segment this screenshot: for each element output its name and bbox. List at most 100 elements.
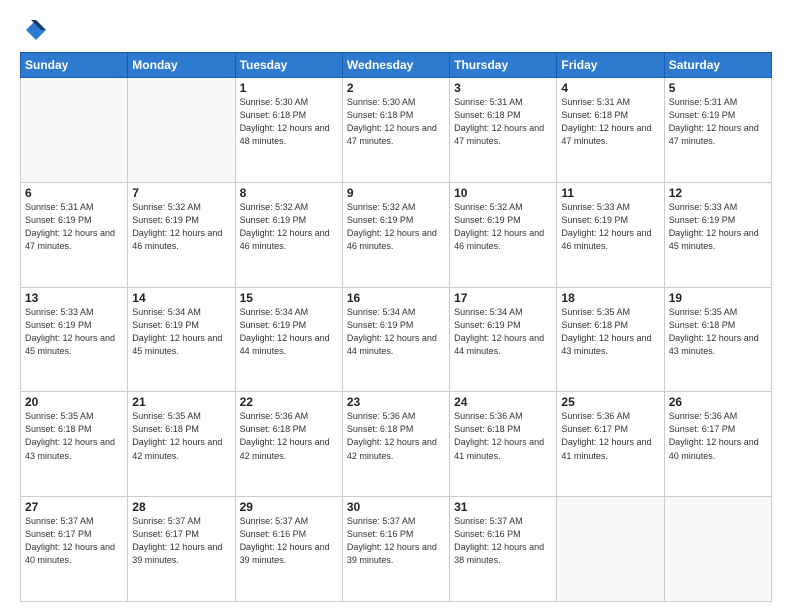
day-number: 29 <box>240 500 338 514</box>
day-number: 1 <box>240 81 338 95</box>
calendar-cell: 11Sunrise: 5:33 AMSunset: 6:19 PMDayligh… <box>557 182 664 287</box>
day-number: 10 <box>454 186 552 200</box>
calendar-cell: 4Sunrise: 5:31 AMSunset: 6:18 PMDaylight… <box>557 78 664 183</box>
header <box>20 16 772 44</box>
day-info: Sunrise: 5:33 AMSunset: 6:19 PMDaylight:… <box>561 201 659 253</box>
day-number: 3 <box>454 81 552 95</box>
calendar-cell: 31Sunrise: 5:37 AMSunset: 6:16 PMDayligh… <box>450 497 557 602</box>
day-number: 13 <box>25 291 123 305</box>
day-info: Sunrise: 5:30 AMSunset: 6:18 PMDaylight:… <box>347 96 445 148</box>
day-number: 21 <box>132 395 230 409</box>
day-info: Sunrise: 5:35 AMSunset: 6:18 PMDaylight:… <box>132 410 230 462</box>
day-number: 24 <box>454 395 552 409</box>
calendar-cell: 7Sunrise: 5:32 AMSunset: 6:19 PMDaylight… <box>128 182 235 287</box>
day-number: 14 <box>132 291 230 305</box>
calendar-cell: 3Sunrise: 5:31 AMSunset: 6:18 PMDaylight… <box>450 78 557 183</box>
day-number: 19 <box>669 291 767 305</box>
day-info: Sunrise: 5:32 AMSunset: 6:19 PMDaylight:… <box>347 201 445 253</box>
day-number: 16 <box>347 291 445 305</box>
calendar-week-4: 20Sunrise: 5:35 AMSunset: 6:18 PMDayligh… <box>21 392 772 497</box>
calendar-cell: 6Sunrise: 5:31 AMSunset: 6:19 PMDaylight… <box>21 182 128 287</box>
calendar-header-thursday: Thursday <box>450 53 557 78</box>
day-info: Sunrise: 5:37 AMSunset: 6:17 PMDaylight:… <box>25 515 123 567</box>
day-info: Sunrise: 5:31 AMSunset: 6:19 PMDaylight:… <box>25 201 123 253</box>
day-info: Sunrise: 5:37 AMSunset: 6:16 PMDaylight:… <box>454 515 552 567</box>
day-number: 31 <box>454 500 552 514</box>
day-number: 18 <box>561 291 659 305</box>
day-info: Sunrise: 5:36 AMSunset: 6:18 PMDaylight:… <box>454 410 552 462</box>
calendar-cell: 29Sunrise: 5:37 AMSunset: 6:16 PMDayligh… <box>235 497 342 602</box>
calendar-header-row: SundayMondayTuesdayWednesdayThursdayFrid… <box>21 53 772 78</box>
day-number: 22 <box>240 395 338 409</box>
calendar-cell: 14Sunrise: 5:34 AMSunset: 6:19 PMDayligh… <box>128 287 235 392</box>
day-info: Sunrise: 5:37 AMSunset: 6:16 PMDaylight:… <box>240 515 338 567</box>
calendar-header-friday: Friday <box>557 53 664 78</box>
calendar-cell: 24Sunrise: 5:36 AMSunset: 6:18 PMDayligh… <box>450 392 557 497</box>
calendar-cell: 20Sunrise: 5:35 AMSunset: 6:18 PMDayligh… <box>21 392 128 497</box>
calendar-cell: 26Sunrise: 5:36 AMSunset: 6:17 PMDayligh… <box>664 392 771 497</box>
calendar-week-3: 13Sunrise: 5:33 AMSunset: 6:19 PMDayligh… <box>21 287 772 392</box>
day-info: Sunrise: 5:36 AMSunset: 6:18 PMDaylight:… <box>240 410 338 462</box>
day-number: 23 <box>347 395 445 409</box>
day-number: 5 <box>669 81 767 95</box>
day-info: Sunrise: 5:36 AMSunset: 6:17 PMDaylight:… <box>669 410 767 462</box>
day-number: 27 <box>25 500 123 514</box>
day-info: Sunrise: 5:31 AMSunset: 6:19 PMDaylight:… <box>669 96 767 148</box>
day-info: Sunrise: 5:34 AMSunset: 6:19 PMDaylight:… <box>454 306 552 358</box>
calendar-cell: 18Sunrise: 5:35 AMSunset: 6:18 PMDayligh… <box>557 287 664 392</box>
day-number: 6 <box>25 186 123 200</box>
day-info: Sunrise: 5:35 AMSunset: 6:18 PMDaylight:… <box>25 410 123 462</box>
day-info: Sunrise: 5:33 AMSunset: 6:19 PMDaylight:… <box>669 201 767 253</box>
day-number: 26 <box>669 395 767 409</box>
day-info: Sunrise: 5:36 AMSunset: 6:17 PMDaylight:… <box>561 410 659 462</box>
day-info: Sunrise: 5:33 AMSunset: 6:19 PMDaylight:… <box>25 306 123 358</box>
day-info: Sunrise: 5:34 AMSunset: 6:19 PMDaylight:… <box>132 306 230 358</box>
day-number: 12 <box>669 186 767 200</box>
day-number: 9 <box>347 186 445 200</box>
day-number: 11 <box>561 186 659 200</box>
day-info: Sunrise: 5:36 AMSunset: 6:18 PMDaylight:… <box>347 410 445 462</box>
calendar-cell: 13Sunrise: 5:33 AMSunset: 6:19 PMDayligh… <box>21 287 128 392</box>
calendar-cell: 22Sunrise: 5:36 AMSunset: 6:18 PMDayligh… <box>235 392 342 497</box>
calendar-cell: 8Sunrise: 5:32 AMSunset: 6:19 PMDaylight… <box>235 182 342 287</box>
calendar-cell: 19Sunrise: 5:35 AMSunset: 6:18 PMDayligh… <box>664 287 771 392</box>
calendar-week-2: 6Sunrise: 5:31 AMSunset: 6:19 PMDaylight… <box>21 182 772 287</box>
calendar-header-saturday: Saturday <box>664 53 771 78</box>
day-info: Sunrise: 5:31 AMSunset: 6:18 PMDaylight:… <box>454 96 552 148</box>
day-number: 25 <box>561 395 659 409</box>
calendar-cell: 1Sunrise: 5:30 AMSunset: 6:18 PMDaylight… <box>235 78 342 183</box>
day-info: Sunrise: 5:32 AMSunset: 6:19 PMDaylight:… <box>454 201 552 253</box>
calendar-cell: 10Sunrise: 5:32 AMSunset: 6:19 PMDayligh… <box>450 182 557 287</box>
calendar-week-5: 27Sunrise: 5:37 AMSunset: 6:17 PMDayligh… <box>21 497 772 602</box>
day-number: 7 <box>132 186 230 200</box>
calendar-cell: 15Sunrise: 5:34 AMSunset: 6:19 PMDayligh… <box>235 287 342 392</box>
calendar-cell: 2Sunrise: 5:30 AMSunset: 6:18 PMDaylight… <box>342 78 449 183</box>
day-number: 17 <box>454 291 552 305</box>
calendar-cell: 5Sunrise: 5:31 AMSunset: 6:19 PMDaylight… <box>664 78 771 183</box>
calendar-cell: 30Sunrise: 5:37 AMSunset: 6:16 PMDayligh… <box>342 497 449 602</box>
calendar: SundayMondayTuesdayWednesdayThursdayFrid… <box>20 52 772 602</box>
day-info: Sunrise: 5:34 AMSunset: 6:19 PMDaylight:… <box>240 306 338 358</box>
calendar-header-monday: Monday <box>128 53 235 78</box>
calendar-cell: 23Sunrise: 5:36 AMSunset: 6:18 PMDayligh… <box>342 392 449 497</box>
day-number: 8 <box>240 186 338 200</box>
calendar-cell: 21Sunrise: 5:35 AMSunset: 6:18 PMDayligh… <box>128 392 235 497</box>
calendar-cell: 28Sunrise: 5:37 AMSunset: 6:17 PMDayligh… <box>128 497 235 602</box>
day-number: 30 <box>347 500 445 514</box>
day-info: Sunrise: 5:37 AMSunset: 6:17 PMDaylight:… <box>132 515 230 567</box>
calendar-cell: 12Sunrise: 5:33 AMSunset: 6:19 PMDayligh… <box>664 182 771 287</box>
calendar-cell <box>21 78 128 183</box>
calendar-cell: 17Sunrise: 5:34 AMSunset: 6:19 PMDayligh… <box>450 287 557 392</box>
calendar-cell: 27Sunrise: 5:37 AMSunset: 6:17 PMDayligh… <box>21 497 128 602</box>
calendar-week-1: 1 Sunrise: 5:30 AMSunset: 6:18 PMDaylight… <box>21 78 772 183</box>
day-info: Sunrise: 5:31 AMSunset: 6:18 PMDaylight:… <box>561 96 659 148</box>
day-info: Sunrise: 5:32 AMSunset: 6:19 PMDaylight:… <box>240 201 338 253</box>
day-number: 4 <box>561 81 659 95</box>
calendar-cell <box>128 78 235 183</box>
logo-icon <box>20 16 48 44</box>
calendar-cell <box>664 497 771 602</box>
logo <box>20 16 50 44</box>
calendar-header-tuesday: Tuesday <box>235 53 342 78</box>
day-info: Sunrise: 5:37 AMSunset: 6:16 PMDaylight:… <box>347 515 445 567</box>
day-number: 28 <box>132 500 230 514</box>
